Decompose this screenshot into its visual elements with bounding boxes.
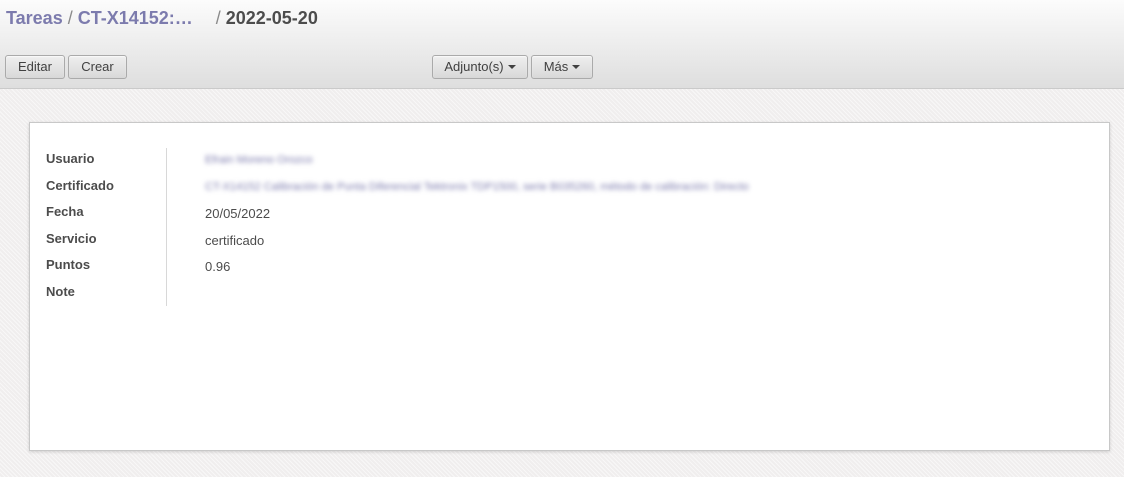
breadcrumb: Tareas / CT-X14152:… / 2022-05-20 (6, 8, 318, 29)
more-button-label: Más (543, 59, 569, 74)
breadcrumb-separator: / (215, 8, 221, 28)
field-label-fecha: Fecha (46, 204, 84, 219)
field-label-servicio: Servicio (46, 230, 97, 246)
field-label-note: Note (46, 283, 75, 299)
form-sheet: Usuario Efrain Moreno Orozco Certificado… (29, 122, 1110, 451)
field-label-puntos: Puntos (46, 257, 91, 272)
field-value-fecha: 20/05/2022 (205, 206, 271, 221)
edit-button[interactable]: Editar (5, 55, 65, 79)
breadcrumb-current: 2022-05-20 (225, 8, 318, 28)
caret-down-icon (572, 64, 581, 69)
attachments-button-label: Adjunto(s) (444, 59, 504, 74)
create-button[interactable]: Crear (68, 55, 127, 79)
more-dropdown-button[interactable]: Más (531, 55, 593, 79)
caret-down-icon (507, 64, 516, 69)
field-label-usuario: Usuario (46, 151, 95, 166)
breadcrumb-separator: / (67, 8, 73, 28)
field-value-certificado-link[interactable]: CT-X14152 Calibración de Punta Diferenci… (205, 181, 749, 193)
field-value-servicio: certificado (205, 232, 265, 248)
edit-button-label: Editar (18, 59, 52, 74)
create-button-label: Crear (81, 59, 114, 74)
breadcrumb-certificate-link[interactable]: CT-X14152:… (78, 8, 198, 29)
attachments-dropdown-button[interactable]: Adjunto(s) (432, 55, 528, 79)
field-value-usuario-link[interactable]: Efrain Moreno Orozco (205, 154, 313, 166)
field-divider-line (166, 148, 167, 306)
control-panel: Tareas / CT-X14152:… / 2022-05-20 Editar… (0, 0, 1124, 89)
field-value-puntos: 0.96 (205, 259, 231, 274)
breadcrumb-tareas-link[interactable]: Tareas (6, 8, 63, 29)
field-label-certificado: Certificado (46, 177, 114, 193)
